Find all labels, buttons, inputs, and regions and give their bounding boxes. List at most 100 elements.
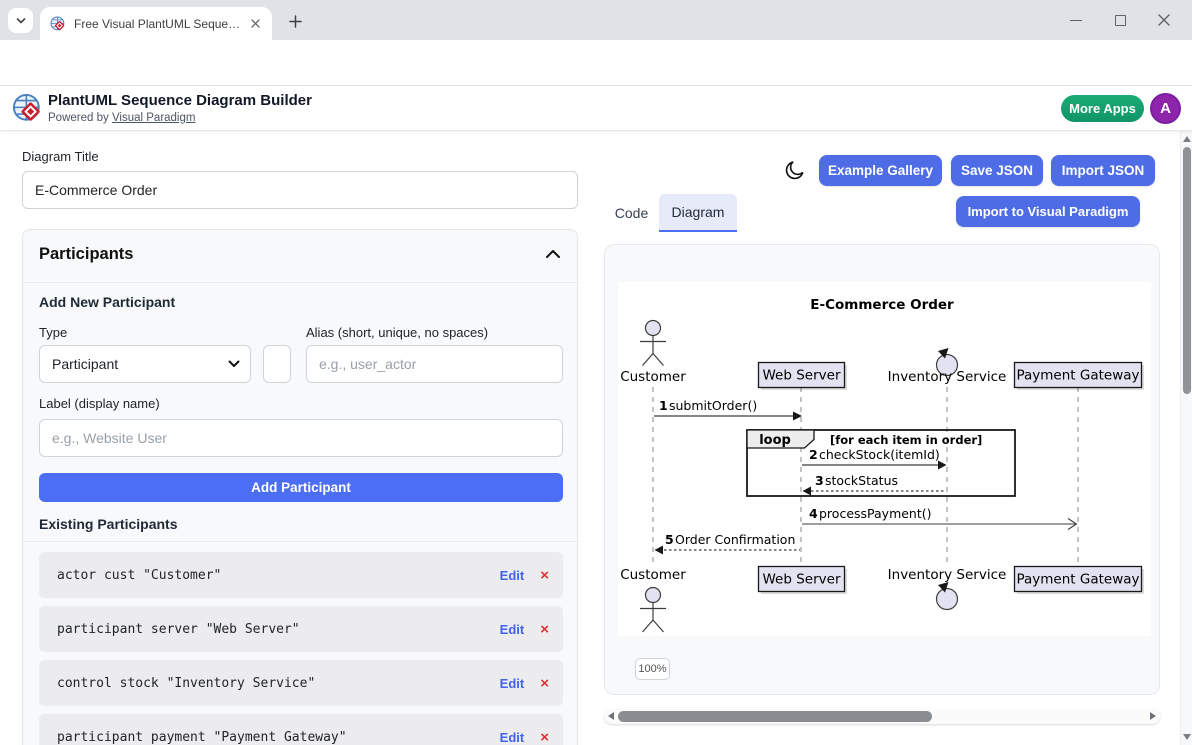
participant-row: actor cust "Customer" Edit × <box>39 552 563 598</box>
message-number: 4 <box>809 506 818 521</box>
window-maximize-button[interactable] <box>1098 0 1142 40</box>
message-text: checkStock(itemId) <box>819 447 940 462</box>
type-label: Type <box>39 325 67 340</box>
page-title: PlantUML Sequence Diagram Builder <box>48 92 312 109</box>
message-text: Order Confirmation <box>675 532 795 547</box>
tab-search-button[interactable] <box>8 8 33 33</box>
powered-by-prefix: Powered by <box>48 112 109 124</box>
horizontal-scroll-thumb[interactable] <box>618 711 932 722</box>
example-gallery-button[interactable]: Example Gallery <box>819 155 942 186</box>
close-icon <box>1158 14 1170 26</box>
delete-participant-button[interactable]: × <box>540 567 549 584</box>
participant-row: participant server "Web Server" Edit × <box>39 606 563 652</box>
app-header: PlantUML Sequence Diagram Builder Powere… <box>0 86 1192 131</box>
participant-label: Payment Gateway <box>1016 368 1139 384</box>
dark-mode-toggle[interactable] <box>782 158 808 184</box>
scroll-up-arrow-icon[interactable] <box>1183 136 1191 142</box>
edit-participant-button[interactable]: Edit <box>500 568 525 583</box>
browser-tab[interactable]: Free Visual PlantUML Sequence <box>40 7 272 40</box>
message-number: 5 <box>665 532 674 547</box>
browser-toolbar: ai-toolbox.visual-paradigm.com/app/plant… <box>0 40 1192 86</box>
collapse-section-button[interactable] <box>545 248 561 263</box>
loop-condition: [for each item in order] <box>830 433 982 447</box>
visual-paradigm-link[interactable]: Visual Paradigm <box>112 112 196 124</box>
alias-input[interactable] <box>306 345 563 383</box>
vertical-scrollbar[interactable] <box>1180 131 1192 745</box>
delete-participant-button[interactable]: × <box>540 729 549 745</box>
message-2: 2 checkStock(itemId) <box>802 447 947 470</box>
participant-label: Payment Gateway <box>1016 572 1139 588</box>
alias-label: Alias (short, unique, no spaces) <box>306 325 488 340</box>
import-json-button[interactable]: Import JSON <box>1051 155 1155 186</box>
message-number: 1 <box>659 398 668 413</box>
window-minimize-button[interactable] <box>1054 0 1098 40</box>
new-tab-button[interactable] <box>283 9 307 33</box>
tab-code[interactable]: Code <box>604 194 659 232</box>
maximize-icon <box>1115 15 1126 26</box>
delete-participant-button[interactable]: × <box>540 675 549 692</box>
minimize-icon <box>1070 20 1082 21</box>
window-close-button[interactable] <box>1142 0 1186 40</box>
chevron-down-icon <box>228 360 240 368</box>
edit-participant-button[interactable]: Edit <box>500 676 525 691</box>
participant-label: Inventory Service <box>888 567 1007 583</box>
add-participant-button[interactable]: Add Participant <box>39 473 563 502</box>
edit-participant-button[interactable]: Edit <box>500 730 525 745</box>
participant-label: Customer <box>620 567 686 583</box>
divider <box>23 282 579 283</box>
message-4: 4 processPayment() <box>802 506 1077 530</box>
participant-label: Customer <box>620 369 686 385</box>
moon-icon <box>784 159 806 181</box>
vertical-scroll-thumb[interactable] <box>1183 147 1191 394</box>
tab-strip: Free Visual PlantUML Sequence <box>0 0 1192 40</box>
more-apps-button[interactable]: More Apps <box>1061 95 1144 122</box>
participant-type-value: Participant <box>52 356 118 372</box>
add-new-participant-title: Add New Participant <box>39 294 175 310</box>
message-text: submitOrder() <box>669 398 757 413</box>
plus-icon <box>289 15 302 28</box>
participant-label: Inventory Service <box>888 369 1007 385</box>
chevron-up-icon <box>545 248 561 260</box>
scroll-left-arrow-icon[interactable] <box>608 712 614 720</box>
diagram-canvas[interactable]: E-Commerce Order Customer <box>618 282 1151 636</box>
display-name-input[interactable] <box>39 419 563 457</box>
message-5: 5 Order Confirmation <box>655 532 801 555</box>
actor-customer-top <box>640 321 666 366</box>
save-json-button[interactable]: Save JSON <box>951 155 1043 186</box>
message-number: 2 <box>809 447 818 462</box>
tab-close-icon[interactable] <box>246 15 264 33</box>
site-favicon-icon <box>50 16 66 32</box>
control-inventory-bottom <box>937 582 958 610</box>
display-name-label: Label (display name) <box>39 396 160 411</box>
visual-paradigm-logo <box>12 93 43 124</box>
browser-window: Free Visual PlantUML Sequence <box>0 0 1192 745</box>
participant-code: actor cust "Customer" <box>57 568 500 583</box>
scroll-right-arrow-icon[interactable] <box>1150 712 1156 720</box>
type-extra-box[interactable] <box>263 345 291 383</box>
horizontal-scrollbar[interactable] <box>604 708 1160 724</box>
participant-label: Web Server <box>763 368 841 384</box>
participant-label: Web Server <box>763 572 841 588</box>
scroll-down-arrow-icon[interactable] <box>1183 734 1191 740</box>
app-user-avatar[interactable]: A <box>1150 93 1181 124</box>
zoom-level-badge[interactable]: 100% <box>635 658 670 680</box>
tab-title: Free Visual PlantUML Sequence <box>74 17 246 31</box>
participants-card: Participants Add New Participant Type Al… <box>22 229 578 745</box>
message-3: 3 stockStatus <box>803 473 947 496</box>
diagram-title: E-Commerce Order <box>810 297 954 313</box>
existing-participants-title: Existing Participants <box>39 516 177 532</box>
participant-type-select[interactable]: Participant <box>39 345 251 383</box>
actor-customer-bottom <box>640 588 666 633</box>
delete-participant-button[interactable]: × <box>540 621 549 638</box>
sequence-diagram: E-Commerce Order Customer <box>618 282 1151 636</box>
participant-code: control stock "Inventory Service" <box>57 676 500 691</box>
loop-keyword: loop <box>759 433 791 448</box>
participants-section-title: Participants <box>39 245 133 264</box>
import-to-visual-paradigm-button[interactable]: Import to Visual Paradigm <box>956 196 1140 227</box>
divider <box>23 541 579 542</box>
diagram-title-input[interactable] <box>22 171 578 209</box>
diagram-panel: E-Commerce Order Customer <box>604 244 1160 695</box>
tab-diagram[interactable]: Diagram <box>659 194 737 232</box>
diagram-title-label: Diagram Title <box>22 149 99 164</box>
edit-participant-button[interactable]: Edit <box>500 622 525 637</box>
